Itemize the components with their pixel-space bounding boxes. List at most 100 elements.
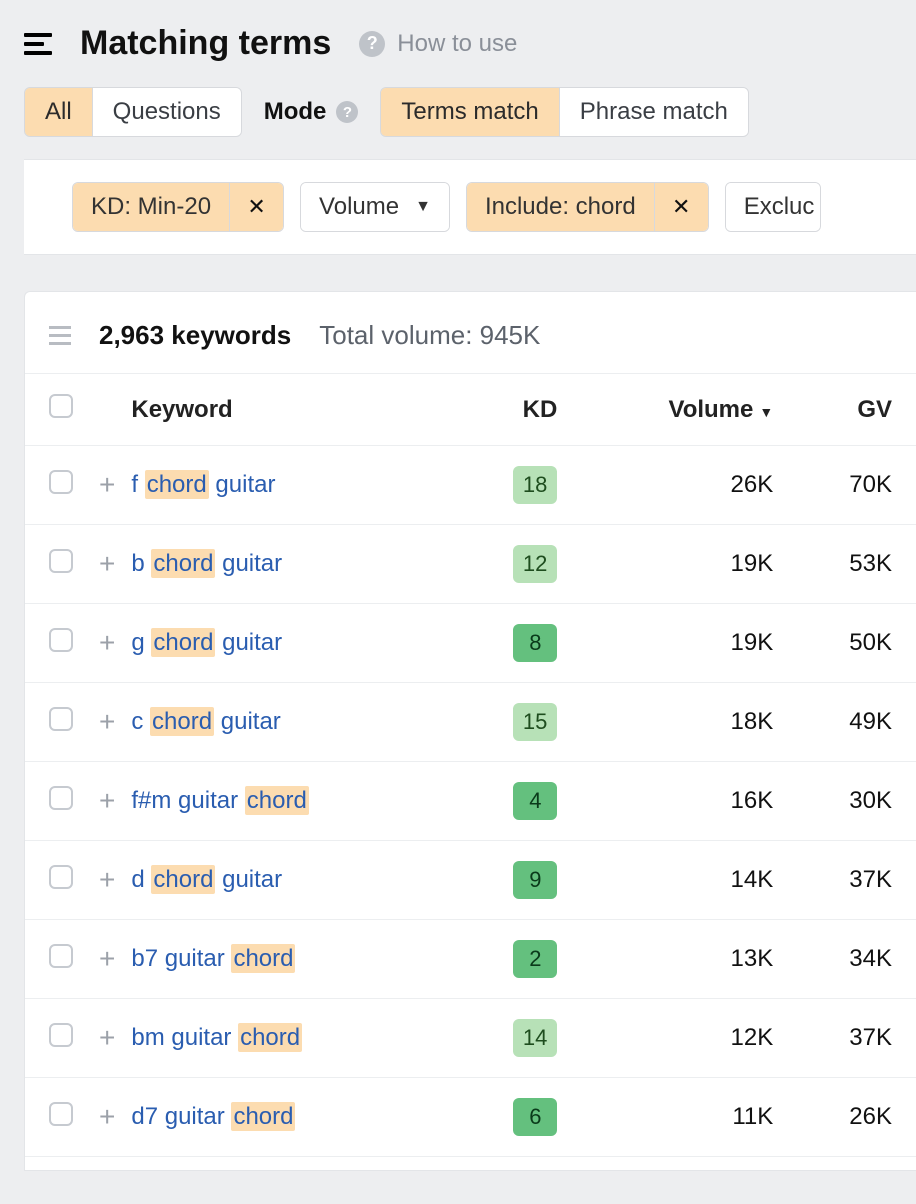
kd-badge: 15 (513, 703, 557, 741)
keyword-highlight: chord (231, 1102, 295, 1131)
table-row: + b7 guitar chord 2 13K34K (25, 920, 916, 999)
kd-badge: 12 (513, 545, 557, 583)
filter-chip-kd-label: KD: Min-20 (73, 183, 229, 231)
kd-badge: 8 (513, 624, 557, 662)
expand-button[interactable]: + (93, 706, 121, 737)
keyword-highlight: chord (145, 470, 209, 499)
row-checkbox[interactable] (49, 628, 73, 652)
keyword-highlight: chord (231, 944, 295, 973)
filter-chip-include-remove[interactable]: ✕ (654, 183, 708, 231)
expand-button[interactable]: + (93, 785, 121, 816)
tab-scope-all[interactable]: All (25, 88, 92, 136)
row-checkbox[interactable] (49, 549, 73, 573)
keyword-link[interactable]: d7 guitar chord (131, 1102, 295, 1131)
row-checkbox[interactable] (49, 707, 73, 731)
kd-badge: 4 (513, 782, 557, 820)
keyword-highlight: chord (151, 628, 215, 657)
col-kd[interactable]: KD (456, 374, 568, 446)
list-view-icon[interactable] (49, 326, 71, 345)
row-checkbox[interactable] (49, 865, 73, 889)
volume-cell: 18K (567, 683, 783, 762)
help-icon: ? (359, 31, 385, 57)
help-icon[interactable]: ? (336, 101, 358, 123)
volume-cell: 26K (567, 446, 783, 525)
menu-icon[interactable] (24, 33, 52, 55)
filter-chip-exclude[interactable]: Excluc (725, 182, 822, 232)
keyword-link[interactable]: f chord guitar (131, 470, 275, 499)
keyword-highlight: chord (150, 707, 214, 736)
gv-cell: 30K (783, 762, 916, 841)
scope-tabs: AllQuestions (24, 87, 242, 137)
keyword-link[interactable]: g chord guitar (131, 628, 282, 657)
tab-scope-questions[interactable]: Questions (92, 88, 241, 136)
row-checkbox[interactable] (49, 1023, 73, 1047)
keyword-link[interactable]: b7 guitar chord (131, 944, 295, 973)
expand-button[interactable]: + (93, 1101, 121, 1132)
row-checkbox[interactable] (49, 470, 73, 494)
expand-button[interactable]: + (93, 864, 121, 895)
kd-badge: 2 (513, 940, 557, 978)
filter-chip-volume[interactable]: Volume ▼ (300, 182, 450, 232)
page-title: Matching terms (80, 24, 331, 63)
table-row: + f#m guitar chord 4 16K30K (25, 762, 916, 841)
gv-cell: 50K (783, 604, 916, 683)
table-row: +f chord guitar1826K70K (25, 446, 916, 525)
expand-button[interactable]: + (93, 469, 121, 500)
expand-button[interactable]: + (93, 627, 121, 658)
col-volume[interactable]: Volume▼ (567, 374, 783, 446)
keyword-highlight: chord (151, 549, 215, 578)
kd-badge: 18 (513, 466, 557, 504)
table-row: + c chord guitar 15 18K49K (25, 683, 916, 762)
keyword-link[interactable]: d chord guitar (131, 865, 282, 894)
gv-cell: 37K (783, 999, 916, 1078)
keyword-highlight: chord (151, 865, 215, 894)
keywords-table: Keyword KD Volume▼ GV + f chord guitar 18 2… (25, 373, 916, 1157)
expand-button[interactable]: + (93, 1022, 121, 1053)
volume-cell: 12K (567, 999, 783, 1078)
row-checkbox[interactable] (49, 944, 73, 968)
table-row: + b chord guitar 12 19K53K (25, 525, 916, 604)
select-all-checkbox[interactable] (49, 394, 73, 418)
keyword-link[interactable]: f#m guitar chord (131, 786, 308, 815)
table-row: +g chord guitar819K50K (25, 604, 916, 683)
col-keyword[interactable]: Keyword (131, 374, 455, 446)
keyword-link[interactable]: bm guitar chord (131, 1023, 302, 1052)
keyword-highlight: chord (238, 1023, 302, 1052)
volume-cell: 14K (567, 841, 783, 920)
expand-button[interactable]: + (93, 943, 121, 974)
help-label: How to use (397, 30, 517, 58)
keyword-link[interactable]: b chord guitar (131, 549, 282, 578)
row-checkbox[interactable] (49, 1102, 73, 1126)
filter-chip-exclude-label: Excluc (726, 183, 821, 231)
gv-cell: 26K (783, 1078, 916, 1157)
filter-chip-volume-label: Volume (319, 193, 399, 221)
gv-cell: 34K (783, 920, 916, 999)
gv-cell: 37K (783, 841, 916, 920)
kd-badge: 9 (513, 861, 557, 899)
filter-chip-kd-remove[interactable]: ✕ (229, 183, 283, 231)
table-row: +bm guitar chord1412K37K (25, 999, 916, 1078)
gv-cell: 53K (783, 525, 916, 604)
row-checkbox[interactable] (49, 786, 73, 810)
col-gv[interactable]: GV (783, 374, 916, 446)
filter-chip-kd[interactable]: KD: Min-20 ✕ (72, 182, 284, 232)
tab-match-phrase-match[interactable]: Phrase match (559, 88, 748, 136)
how-to-use-link[interactable]: ? How to use (359, 30, 517, 58)
volume-cell: 19K (567, 525, 783, 604)
volume-cell: 13K (567, 920, 783, 999)
filter-chip-include-label: Include: chord (467, 183, 654, 231)
volume-cell: 16K (567, 762, 783, 841)
table-row: + d chord guitar 9 14K37K (25, 841, 916, 920)
filters-bar: KD: Min-20 ✕ Volume ▼ Include: chord ✕ E… (24, 159, 916, 255)
expand-button[interactable]: + (93, 548, 121, 579)
tab-match-terms-match[interactable]: Terms match (381, 88, 558, 136)
match-tabs: Terms matchPhrase match (380, 87, 748, 137)
gv-cell: 49K (783, 683, 916, 762)
table-row: +d7 guitar chord611K26K (25, 1078, 916, 1157)
keyword-link[interactable]: c chord guitar (131, 707, 280, 736)
kd-badge: 6 (513, 1098, 557, 1136)
keyword-count: 2,963 keywords (99, 320, 291, 351)
filter-chip-include[interactable]: Include: chord ✕ (466, 182, 709, 232)
keyword-highlight: chord (245, 786, 309, 815)
results-panel: 2,963 keywords Total volume: 945K Keywor… (24, 291, 916, 1171)
